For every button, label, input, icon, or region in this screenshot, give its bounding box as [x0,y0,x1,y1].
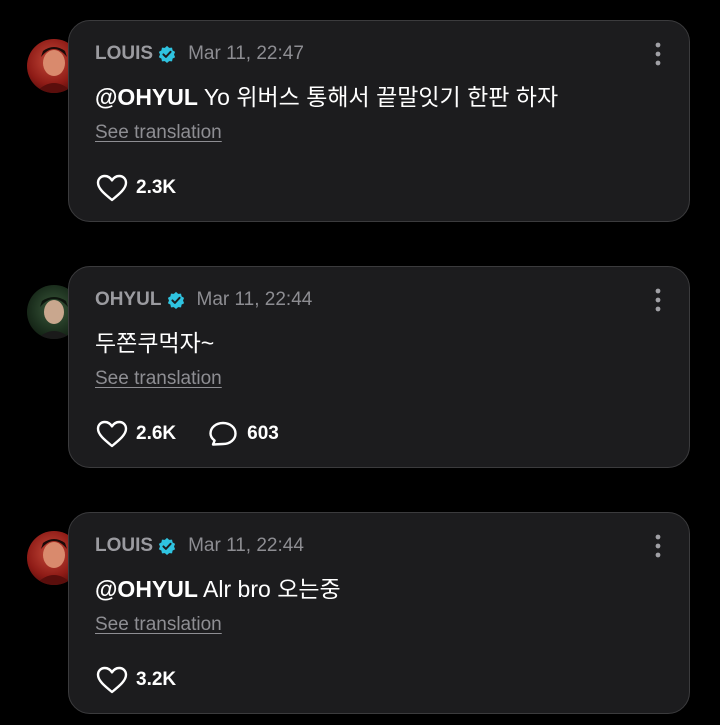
more-vertical-icon[interactable] [653,533,663,559]
more-vertical-icon[interactable] [653,41,663,67]
see-translation-link[interactable]: See translation [95,614,222,636]
author-name[interactable]: LOUIS [95,535,153,557]
heart-icon [96,666,128,694]
post-card: OHYUL Mar 11, 22:44 두쫀쿠먹자~ See translati… [68,266,690,468]
post-content: 두쫀쿠먹자~ [95,324,214,358]
like-button[interactable]: 2.6K [95,419,176,449]
comment-count: 603 [247,423,279,444]
post-content: @OHYUL Yo 위버스 통해서 끝말잇기 한판 하자 [95,78,558,112]
verified-badge-icon [158,45,176,63]
mention-link[interactable]: @OHYUL [95,576,198,602]
post-text: Yo 위버스 통해서 끝말잇기 한판 하자 [197,84,559,110]
post-header: LOUIS Mar 11, 22:47 [95,41,304,67]
post-timestamp: Mar 11, 22:44 [196,289,313,310]
post-content: @OHYUL Alr bro 오는중 [95,570,341,604]
see-translation-link[interactable]: See translation [95,368,222,390]
see-translation-link[interactable]: See translation [95,122,222,144]
comment-bubble-icon [209,421,237,446]
post-actions: 2.6K 603 [95,418,309,450]
post-card: LOUIS Mar 11, 22:44 @OHYUL Alr bro 오는중 S… [68,512,690,714]
post-text: 두쫀쿠먹자~ [95,330,215,356]
post-actions: 3.2K [95,664,206,696]
author-name[interactable]: OHYUL [95,289,162,311]
post-header: LOUIS Mar 11, 22:44 [95,533,304,559]
like-count: 2.6K [136,423,177,444]
post-timestamp: Mar 11, 22:47 [188,43,304,64]
post-text: Alr bro 오는중 [197,576,341,602]
post-actions: 2.3K [95,172,206,204]
heart-icon [96,174,128,202]
post-card: LOUIS Mar 11, 22:47 @OHYUL Yo 위버스 통해서 끝말… [68,20,690,222]
verified-badge-icon [167,291,185,309]
author-name[interactable]: LOUIS [95,43,153,65]
mention-link[interactable]: @OHYUL [95,84,198,110]
like-count: 3.2K [136,669,177,690]
like-button[interactable]: 2.3K [95,173,176,203]
more-vertical-icon[interactable] [653,287,663,313]
post-timestamp: Mar 11, 22:44 [188,535,304,556]
comment-button[interactable]: 603 [206,419,279,449]
heart-icon [96,420,128,448]
verified-badge-icon [158,537,176,555]
post-header: OHYUL Mar 11, 22:44 [95,287,312,313]
like-count: 2.3K [136,177,177,198]
like-button[interactable]: 3.2K [95,665,176,695]
